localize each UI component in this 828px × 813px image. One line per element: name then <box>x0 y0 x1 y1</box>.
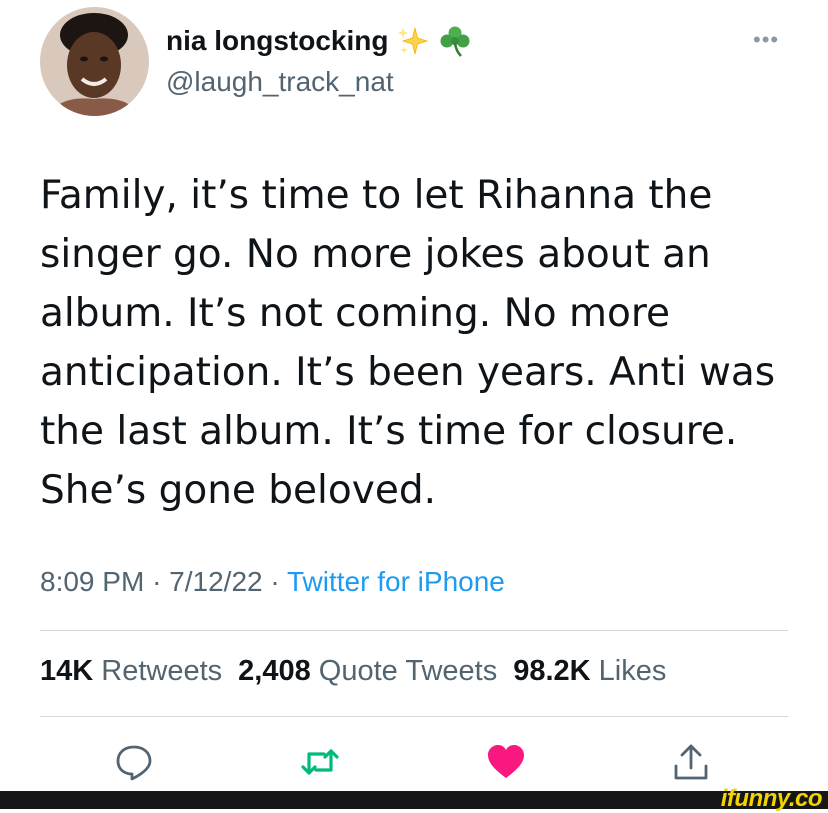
shamrock-icon <box>440 26 470 57</box>
retweet-button[interactable] <box>300 742 340 782</box>
quotes-count: 2,408 <box>238 655 311 687</box>
likes-label: Likes <box>598 655 667 687</box>
like-icon <box>488 745 524 778</box>
like-button[interactable] <box>486 742 526 782</box>
tweet-date[interactable]: 7/12/22 <box>169 566 262 597</box>
divider <box>40 630 788 631</box>
retweets-count: 14K <box>40 655 94 687</box>
tweet-meta: 8:09 PM · 7/12/22 · Twitter for iPhone <box>40 566 505 598</box>
sparkles-icon <box>397 27 429 55</box>
divider <box>40 716 788 717</box>
reply-button[interactable] <box>114 742 154 782</box>
tweet-stats: 14K Retweets 2,408 Quote Tweets 98.2K Li… <box>40 655 666 688</box>
tweet-time[interactable]: 8:09 PM <box>40 566 144 597</box>
retweets-stat[interactable]: 14K Retweets <box>40 655 222 688</box>
watermark-bar: ifunny.co <box>0 785 828 812</box>
avatar[interactable] <box>40 7 149 116</box>
meta-separator: · <box>270 566 280 597</box>
author-name-row[interactable]: nia longstocking <box>166 24 472 58</box>
author-handle[interactable]: @laugh_track_nat <box>166 66 394 98</box>
likes-count: 98.2K <box>513 655 591 687</box>
retweet-icon <box>301 749 339 775</box>
share-button[interactable] <box>671 742 711 782</box>
retweets-label: Retweets <box>101 655 223 687</box>
avatar-image <box>40 7 149 116</box>
meta-separator: · <box>152 566 162 597</box>
likes-stat[interactable]: 98.2K Likes <box>513 655 666 688</box>
quotes-stat[interactable]: 2,408 Quote Tweets <box>238 655 497 688</box>
tweet-source-link[interactable]: Twitter for iPhone <box>287 566 505 597</box>
more-options-icon[interactable]: ••• <box>753 29 779 51</box>
reply-icon <box>116 745 152 781</box>
share-icon <box>674 744 708 780</box>
tweet-text: Family, it’s time to let Rihanna the sin… <box>40 173 776 513</box>
author-display-name[interactable]: nia longstocking <box>166 25 388 57</box>
quotes-label: Quote Tweets <box>318 655 498 687</box>
